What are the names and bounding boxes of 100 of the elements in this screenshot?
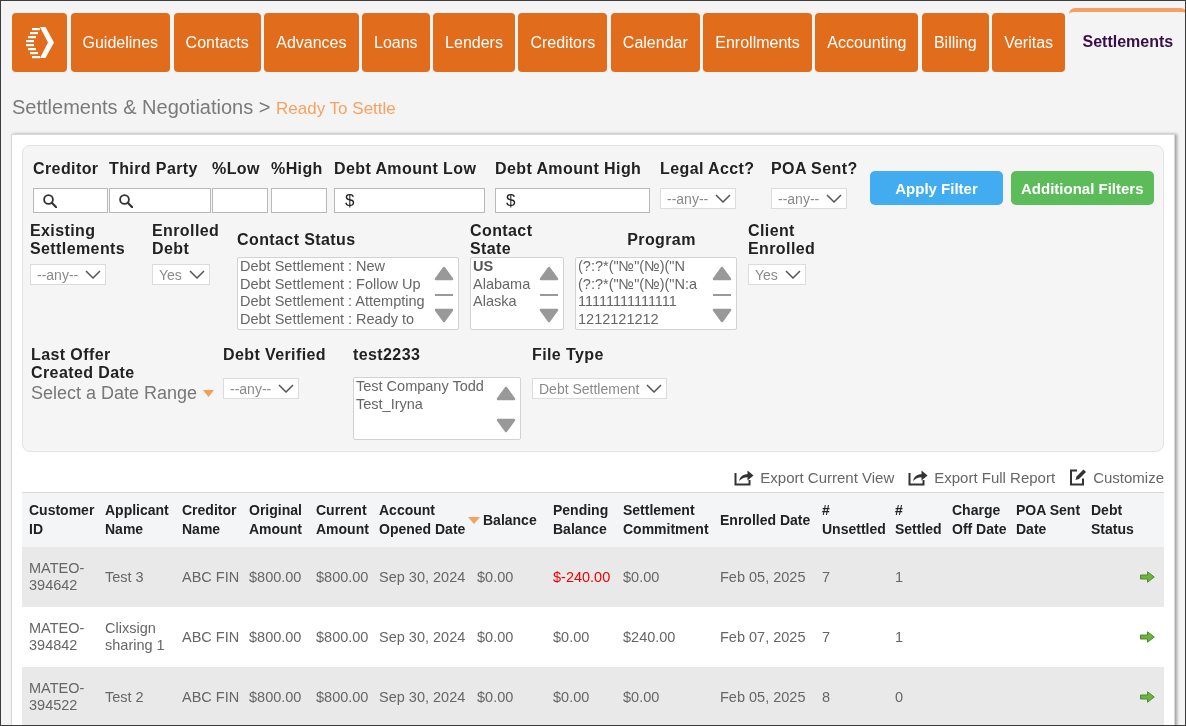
nav-tab[interactable]: Loans: [362, 13, 430, 72]
breadcrumb-link[interactable]: Settlements & Negotiations: [12, 96, 254, 118]
date-range-picker[interactable]: Select a Date Range: [31, 383, 215, 404]
column-header[interactable]: Original Amount: [242, 493, 309, 547]
list-box[interactable]: Test Company Todd Test_Iryna: [353, 377, 521, 440]
column-header[interactable]: Pending Balance: [546, 493, 616, 547]
dropdown[interactable]: Yes: [152, 264, 210, 285]
table-cell: 1: [895, 628, 904, 646]
dropdown[interactable]: --any--: [30, 264, 107, 285]
list-option[interactable]: Test Company Todd: [356, 378, 492, 396]
column-header[interactable]: # Settled: [888, 493, 945, 547]
chevron-down-icon: [188, 270, 205, 279]
nav-tab[interactable]: Calendar: [610, 13, 700, 72]
field-label: Debt Verified: [223, 346, 326, 364]
scroll-down-icon[interactable]: [539, 308, 559, 323]
arrow-right-icon[interactable]: [1140, 631, 1155, 643]
search-field[interactable]: [109, 188, 211, 213]
table-cell: Sep 30, 2024: [379, 688, 466, 706]
nav-tab[interactable]: Veritas: [992, 13, 1066, 72]
field-label: Creditor: [33, 160, 99, 178]
field-label: test2233: [353, 346, 421, 364]
list-option[interactable]: Debt Settlement : Ready to: [240, 310, 430, 328]
scroll-down-icon[interactable]: [434, 308, 454, 323]
search-field[interactable]: [33, 188, 108, 213]
column-header[interactable]: # Unsettled: [815, 493, 888, 547]
table-cell: $0.00: [477, 628, 514, 646]
scrollbar-thumb[interactable]: [713, 293, 731, 296]
column-header[interactable]: Enrolled Date: [713, 493, 815, 547]
amount-field[interactable]: $: [334, 188, 485, 213]
nav-tab[interactable]: Lenders: [433, 13, 515, 72]
chevron-down-icon: [715, 194, 732, 203]
column-header[interactable]: Debt Status: [1084, 493, 1164, 547]
table-cell: 0: [895, 688, 904, 706]
export-link[interactable]: Export Current View: [734, 468, 895, 486]
list-option[interactable]: 1212121212: [578, 310, 708, 328]
scroll-up-icon[interactable]: [712, 266, 732, 281]
arrow-right-icon[interactable]: [1140, 691, 1155, 703]
table-cell: 7: [822, 628, 831, 646]
list-option[interactable]: Debt Settlement : New: [240, 258, 430, 276]
nav-tab[interactable]: Accounting: [815, 13, 919, 72]
chevron-down-icon: [85, 270, 102, 279]
dropdown[interactable]: --any--: [771, 188, 848, 209]
export-link[interactable]: Export Full Report: [908, 468, 1056, 486]
arrow-right-icon[interactable]: [1140, 571, 1155, 583]
list-box[interactable]: US Alabama Alaska: [470, 257, 564, 330]
nav-tab[interactable]: Advances: [264, 13, 359, 72]
table-cell: $800.00: [316, 688, 369, 706]
list-box[interactable]: Debt Settlement : New Debt Settlement : Follow Up Debt Settlement : Attempting Debt Settlement : Ready to: [237, 257, 459, 330]
table-cell: $800.00: [316, 628, 369, 646]
scrollbar-thumb[interactable]: [540, 293, 558, 296]
nav-tab[interactable]: Contacts: [173, 13, 261, 72]
table-cell: 7: [822, 568, 831, 586]
list-option[interactable]: 11111111111111: [578, 293, 708, 311]
text-field[interactable]: [271, 188, 327, 213]
table-cell: $0.00: [477, 568, 514, 586]
logo-icon[interactable]: [12, 13, 67, 72]
nav-tab[interactable]: Creditors: [518, 13, 608, 72]
field-label: Enrolled Debt: [152, 222, 221, 258]
nav-tab[interactable]: Guidelines: [70, 13, 171, 72]
table-cell: $0.00: [477, 688, 514, 706]
column-header[interactable]: POA Sent Date: [1009, 493, 1084, 547]
list-option[interactable]: Alaska: [473, 293, 535, 311]
field-label: Last Offer Created Date: [31, 346, 136, 382]
column-header[interactable]: Settlement Commitment: [616, 493, 713, 547]
text-field[interactable]: [212, 188, 268, 213]
scroll-up-icon[interactable]: [539, 266, 559, 281]
table-cell: Feb 07, 2025: [720, 628, 806, 646]
column-header[interactable]: Balance: [470, 493, 546, 547]
scrollbar-thumb[interactable]: [435, 293, 453, 296]
column-header[interactable]: Current Amount: [309, 493, 372, 547]
amount-field[interactable]: $: [495, 188, 650, 213]
field-label: Program: [627, 231, 696, 249]
list-option[interactable]: Debt Settlement : Attempting: [240, 293, 430, 311]
column-header[interactable]: Applicant Name: [98, 493, 175, 547]
table-cell: Feb 05, 2025: [720, 688, 806, 706]
scroll-up-icon[interactable]: [434, 266, 454, 281]
list-option[interactable]: Test_Iryna: [356, 395, 492, 413]
customize-link[interactable]: Customize: [1069, 468, 1164, 486]
dropdown[interactable]: --any--: [660, 188, 737, 209]
list-option[interactable]: (?:?*("№"(№)("N: [578, 258, 708, 276]
field-label: Contact Status: [237, 231, 356, 249]
nav-tab[interactable]: Enrollments: [703, 13, 812, 72]
scroll-down-icon[interactable]: [496, 418, 516, 433]
field-label: %Low: [212, 160, 260, 178]
list-option[interactable]: Alabama: [473, 275, 535, 293]
column-header[interactable]: Customer ID: [22, 493, 98, 547]
table-cell: Sep 30, 2024: [379, 568, 466, 586]
dropdown[interactable]: Debt Settlement: [532, 378, 668, 399]
dropdown[interactable]: Yes: [748, 264, 806, 285]
column-header[interactable]: Charge Off Date: [945, 493, 1009, 547]
scroll-up-icon[interactable]: [496, 386, 516, 401]
column-header[interactable]: Account Opened Date: [372, 493, 470, 547]
column-header[interactable]: Creditor Name: [175, 493, 242, 547]
list-option[interactable]: (?:?*("№"(№)("N:a: [578, 275, 708, 293]
dropdown[interactable]: --any--: [223, 378, 300, 399]
table-cell: $0.00: [553, 628, 590, 646]
list-box[interactable]: (?:?*("№"(№)("N (?:?*("№"(№)("N:a 11111111111111 1212121212: [575, 257, 737, 330]
list-option[interactable]: Debt Settlement : Follow Up: [240, 275, 430, 293]
nav-tab[interactable]: Billing: [921, 13, 989, 72]
scroll-down-icon[interactable]: [712, 308, 732, 323]
